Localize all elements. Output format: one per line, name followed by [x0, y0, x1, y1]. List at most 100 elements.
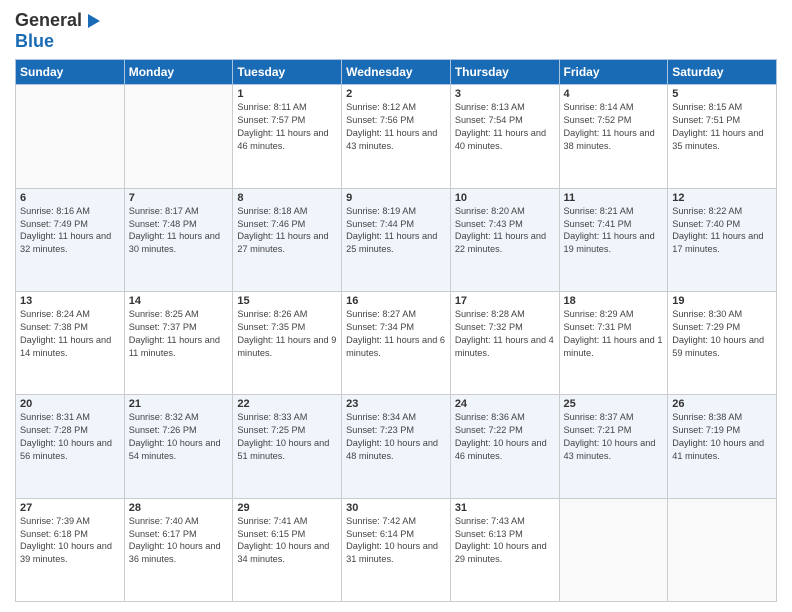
day-number: 15 [237, 295, 337, 307]
calendar-day-cell: 29Sunrise: 7:41 AMSunset: 6:15 PMDayligh… [233, 498, 342, 601]
calendar-day-cell: 5Sunrise: 8:15 AMSunset: 7:51 PMDaylight… [668, 85, 777, 188]
calendar-day-cell: 7Sunrise: 8:17 AMSunset: 7:48 PMDaylight… [124, 188, 233, 291]
day-number: 14 [129, 295, 229, 307]
calendar-day-cell: 18Sunrise: 8:29 AMSunset: 7:31 PMDayligh… [559, 292, 668, 395]
day-number: 9 [346, 192, 446, 204]
calendar-day-cell: 31Sunrise: 7:43 AMSunset: 6:13 PMDayligh… [450, 498, 559, 601]
logo: General Blue [15, 10, 82, 51]
calendar-week-row: 6Sunrise: 8:16 AMSunset: 7:49 PMDaylight… [16, 188, 777, 291]
day-info: Sunrise: 8:13 AMSunset: 7:54 PMDaylight:… [455, 101, 555, 153]
day-number: 13 [20, 295, 120, 307]
calendar-day-cell: 4Sunrise: 8:14 AMSunset: 7:52 PMDaylight… [559, 85, 668, 188]
day-number: 29 [237, 502, 337, 514]
calendar-week-row: 20Sunrise: 8:31 AMSunset: 7:28 PMDayligh… [16, 395, 777, 498]
day-number: 18 [564, 295, 664, 307]
day-number: 4 [564, 88, 664, 100]
header: General Blue [15, 10, 777, 51]
calendar-empty-cell [668, 498, 777, 601]
weekday-header: Tuesday [233, 60, 342, 85]
day-info: Sunrise: 8:20 AMSunset: 7:43 PMDaylight:… [455, 205, 555, 257]
page: General Blue SundayMondayTuesdayWednesda… [0, 0, 792, 612]
day-info: Sunrise: 8:18 AMSunset: 7:46 PMDaylight:… [237, 205, 337, 257]
day-info: Sunrise: 8:15 AMSunset: 7:51 PMDaylight:… [672, 101, 772, 153]
day-info: Sunrise: 8:26 AMSunset: 7:35 PMDaylight:… [237, 308, 337, 360]
day-info: Sunrise: 8:24 AMSunset: 7:38 PMDaylight:… [20, 308, 120, 360]
day-info: Sunrise: 8:27 AMSunset: 7:34 PMDaylight:… [346, 308, 446, 360]
day-number: 8 [237, 192, 337, 204]
day-number: 5 [672, 88, 772, 100]
day-info: Sunrise: 8:11 AMSunset: 7:57 PMDaylight:… [237, 101, 337, 153]
day-number: 3 [455, 88, 555, 100]
day-number: 27 [20, 502, 120, 514]
logo-line2: Blue [15, 31, 82, 52]
logo-graphic: General Blue [15, 10, 82, 51]
day-number: 23 [346, 398, 446, 410]
day-info: Sunrise: 8:22 AMSunset: 7:40 PMDaylight:… [672, 205, 772, 257]
calendar-day-cell: 11Sunrise: 8:21 AMSunset: 7:41 PMDayligh… [559, 188, 668, 291]
calendar-empty-cell [16, 85, 125, 188]
day-info: Sunrise: 8:12 AMSunset: 7:56 PMDaylight:… [346, 101, 446, 153]
calendar-day-cell: 21Sunrise: 8:32 AMSunset: 7:26 PMDayligh… [124, 395, 233, 498]
day-number: 21 [129, 398, 229, 410]
day-info: Sunrise: 8:16 AMSunset: 7:49 PMDaylight:… [20, 205, 120, 257]
day-number: 10 [455, 192, 555, 204]
day-info: Sunrise: 8:25 AMSunset: 7:37 PMDaylight:… [129, 308, 229, 360]
day-info: Sunrise: 8:37 AMSunset: 7:21 PMDaylight:… [564, 411, 664, 463]
calendar-day-cell: 1Sunrise: 8:11 AMSunset: 7:57 PMDaylight… [233, 85, 342, 188]
day-number: 25 [564, 398, 664, 410]
calendar-day-cell: 24Sunrise: 8:36 AMSunset: 7:22 PMDayligh… [450, 395, 559, 498]
calendar-day-cell: 10Sunrise: 8:20 AMSunset: 7:43 PMDayligh… [450, 188, 559, 291]
day-number: 16 [346, 295, 446, 307]
calendar-day-cell: 6Sunrise: 8:16 AMSunset: 7:49 PMDaylight… [16, 188, 125, 291]
weekday-header: Monday [124, 60, 233, 85]
day-info: Sunrise: 8:21 AMSunset: 7:41 PMDaylight:… [564, 205, 664, 257]
day-info: Sunrise: 8:33 AMSunset: 7:25 PMDaylight:… [237, 411, 337, 463]
day-number: 26 [672, 398, 772, 410]
day-info: Sunrise: 8:28 AMSunset: 7:32 PMDaylight:… [455, 308, 555, 360]
calendar-day-cell: 25Sunrise: 8:37 AMSunset: 7:21 PMDayligh… [559, 395, 668, 498]
day-info: Sunrise: 8:19 AMSunset: 7:44 PMDaylight:… [346, 205, 446, 257]
calendar-week-row: 1Sunrise: 8:11 AMSunset: 7:57 PMDaylight… [16, 85, 777, 188]
day-number: 7 [129, 192, 229, 204]
calendar-day-cell: 19Sunrise: 8:30 AMSunset: 7:29 PMDayligh… [668, 292, 777, 395]
calendar-day-cell: 14Sunrise: 8:25 AMSunset: 7:37 PMDayligh… [124, 292, 233, 395]
day-info: Sunrise: 7:43 AMSunset: 6:13 PMDaylight:… [455, 515, 555, 567]
calendar-empty-cell [124, 85, 233, 188]
calendar-day-cell: 23Sunrise: 8:34 AMSunset: 7:23 PMDayligh… [342, 395, 451, 498]
day-info: Sunrise: 8:30 AMSunset: 7:29 PMDaylight:… [672, 308, 772, 360]
day-number: 31 [455, 502, 555, 514]
day-number: 6 [20, 192, 120, 204]
day-info: Sunrise: 8:34 AMSunset: 7:23 PMDaylight:… [346, 411, 446, 463]
day-info: Sunrise: 8:38 AMSunset: 7:19 PMDaylight:… [672, 411, 772, 463]
weekday-header: Sunday [16, 60, 125, 85]
day-info: Sunrise: 8:14 AMSunset: 7:52 PMDaylight:… [564, 101, 664, 153]
day-number: 17 [455, 295, 555, 307]
day-number: 30 [346, 502, 446, 514]
weekday-header: Friday [559, 60, 668, 85]
day-number: 20 [20, 398, 120, 410]
day-info: Sunrise: 8:32 AMSunset: 7:26 PMDaylight:… [129, 411, 229, 463]
day-info: Sunrise: 8:36 AMSunset: 7:22 PMDaylight:… [455, 411, 555, 463]
calendar-day-cell: 13Sunrise: 8:24 AMSunset: 7:38 PMDayligh… [16, 292, 125, 395]
calendar-week-row: 27Sunrise: 7:39 AMSunset: 6:18 PMDayligh… [16, 498, 777, 601]
day-info: Sunrise: 7:42 AMSunset: 6:14 PMDaylight:… [346, 515, 446, 567]
calendar-day-cell: 9Sunrise: 8:19 AMSunset: 7:44 PMDaylight… [342, 188, 451, 291]
calendar-day-cell: 12Sunrise: 8:22 AMSunset: 7:40 PMDayligh… [668, 188, 777, 291]
day-info: Sunrise: 7:41 AMSunset: 6:15 PMDaylight:… [237, 515, 337, 567]
day-number: 24 [455, 398, 555, 410]
day-number: 1 [237, 88, 337, 100]
calendar-day-cell: 2Sunrise: 8:12 AMSunset: 7:56 PMDaylight… [342, 85, 451, 188]
calendar-day-cell: 20Sunrise: 8:31 AMSunset: 7:28 PMDayligh… [16, 395, 125, 498]
day-number: 11 [564, 192, 664, 204]
calendar-day-cell: 3Sunrise: 8:13 AMSunset: 7:54 PMDaylight… [450, 85, 559, 188]
day-number: 19 [672, 295, 772, 307]
calendar-day-cell: 26Sunrise: 8:38 AMSunset: 7:19 PMDayligh… [668, 395, 777, 498]
weekday-header: Wednesday [342, 60, 451, 85]
day-info: Sunrise: 7:40 AMSunset: 6:17 PMDaylight:… [129, 515, 229, 567]
calendar-day-cell: 30Sunrise: 7:42 AMSunset: 6:14 PMDayligh… [342, 498, 451, 601]
day-number: 12 [672, 192, 772, 204]
calendar-day-cell: 22Sunrise: 8:33 AMSunset: 7:25 PMDayligh… [233, 395, 342, 498]
day-info: Sunrise: 7:39 AMSunset: 6:18 PMDaylight:… [20, 515, 120, 567]
calendar-day-cell: 17Sunrise: 8:28 AMSunset: 7:32 PMDayligh… [450, 292, 559, 395]
day-info: Sunrise: 8:29 AMSunset: 7:31 PMDaylight:… [564, 308, 664, 360]
